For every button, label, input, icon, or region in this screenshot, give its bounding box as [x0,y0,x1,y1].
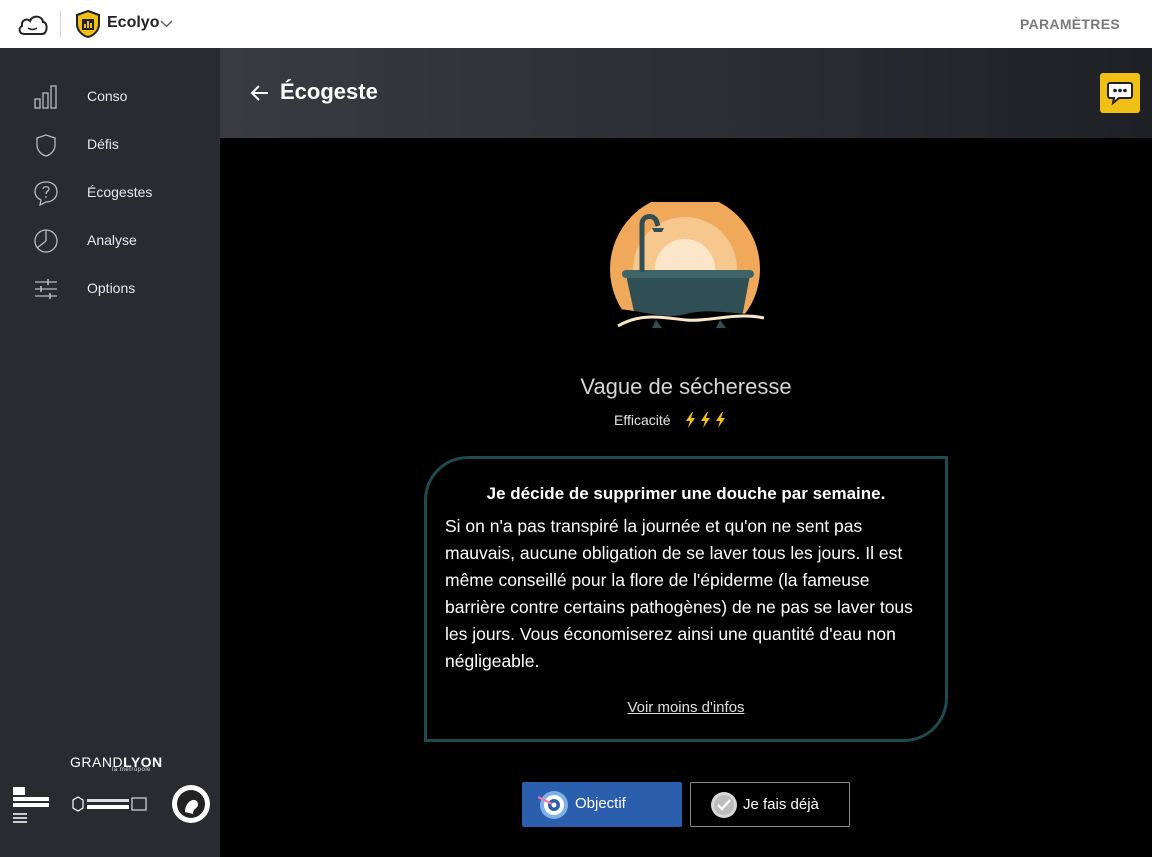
shield-icon [36,134,56,157]
sidebar: Conso Défis Écogestes Analyse Options GR… [0,48,220,857]
premier-ministre-logo-icon [13,787,49,823]
sidebar-item-label: Analyse [87,232,137,248]
banque-des-territoires-logo-icon [72,796,147,812]
already-doing-button-label: Je fais déjà [743,796,819,813]
see-less-info-link[interactable]: Voir moins d'infos [427,699,945,716]
target-icon [538,791,568,819]
top-bar: Ecolyo PARAMÈTRES [0,0,1152,48]
cloud-logo-icon[interactable] [16,10,49,38]
objective-button-label: Objectif [575,795,626,812]
grandlyon-logo-subtitle: la métropole [112,767,152,773]
already-doing-button[interactable]: Je fais déjà [690,782,850,827]
page-title: Écogeste [280,79,378,104]
lightning-icon [716,412,725,428]
bathtub-illustration-icon [596,202,776,332]
grandlyon-logo: GRANDLYON la métropole [70,754,162,774]
ecolyo-logo-icon[interactable] [75,10,101,38]
efficacite-rating [686,412,725,428]
efficacite-label: Efficacité [614,412,671,428]
sidebar-item-defis[interactable]: Défis [0,124,220,164]
objective-button[interactable]: Objectif [522,782,682,827]
back-arrow-icon[interactable] [250,83,270,103]
sidebar-item-label: Options [87,280,136,296]
lightning-icon [686,412,695,428]
divider [60,10,61,38]
sidebar-item-options[interactable]: Options [0,268,220,308]
sidebar-item-ecogestes[interactable]: Écogestes [0,172,220,212]
ecogeste-short-description: Je décide de supprimer une douche par se… [486,484,886,503]
sidebar-item-label: Conso [87,88,128,104]
page-header: Écogeste [220,48,1152,138]
feedback-button[interactable] [1100,73,1140,113]
sidebar-item-label: Défis [87,136,119,152]
chat-bubble-icon [1107,82,1133,105]
bar-chart-icon [34,85,57,109]
investir-lavenir-logo-icon [172,785,210,823]
ecogeste-long-description: Si on n'a pas transpiré la journée et qu… [445,516,913,671]
sidebar-item-conso[interactable]: Conso [0,76,220,116]
check-circle-icon [711,792,737,818]
ecogeste-description-card: Je décide de supprimer une douche par se… [424,456,948,742]
main-content: Vague de sécheresse Efficacité Je décide… [220,138,1152,857]
ecogeste-title: Vague de sécheresse [580,374,792,399]
chevron-down-icon[interactable] [160,17,173,30]
sidebar-item-label: Écogestes [87,184,153,200]
app-name[interactable]: Ecolyo [107,14,159,32]
sidebar-item-analyse[interactable]: Analyse [0,220,220,260]
question-bubble-icon [34,181,58,206]
settings-link[interactable]: PARAMÈTRES [1020,16,1120,32]
sliders-icon [35,279,57,299]
pie-chart-icon [34,229,58,253]
lightning-icon [701,412,710,428]
